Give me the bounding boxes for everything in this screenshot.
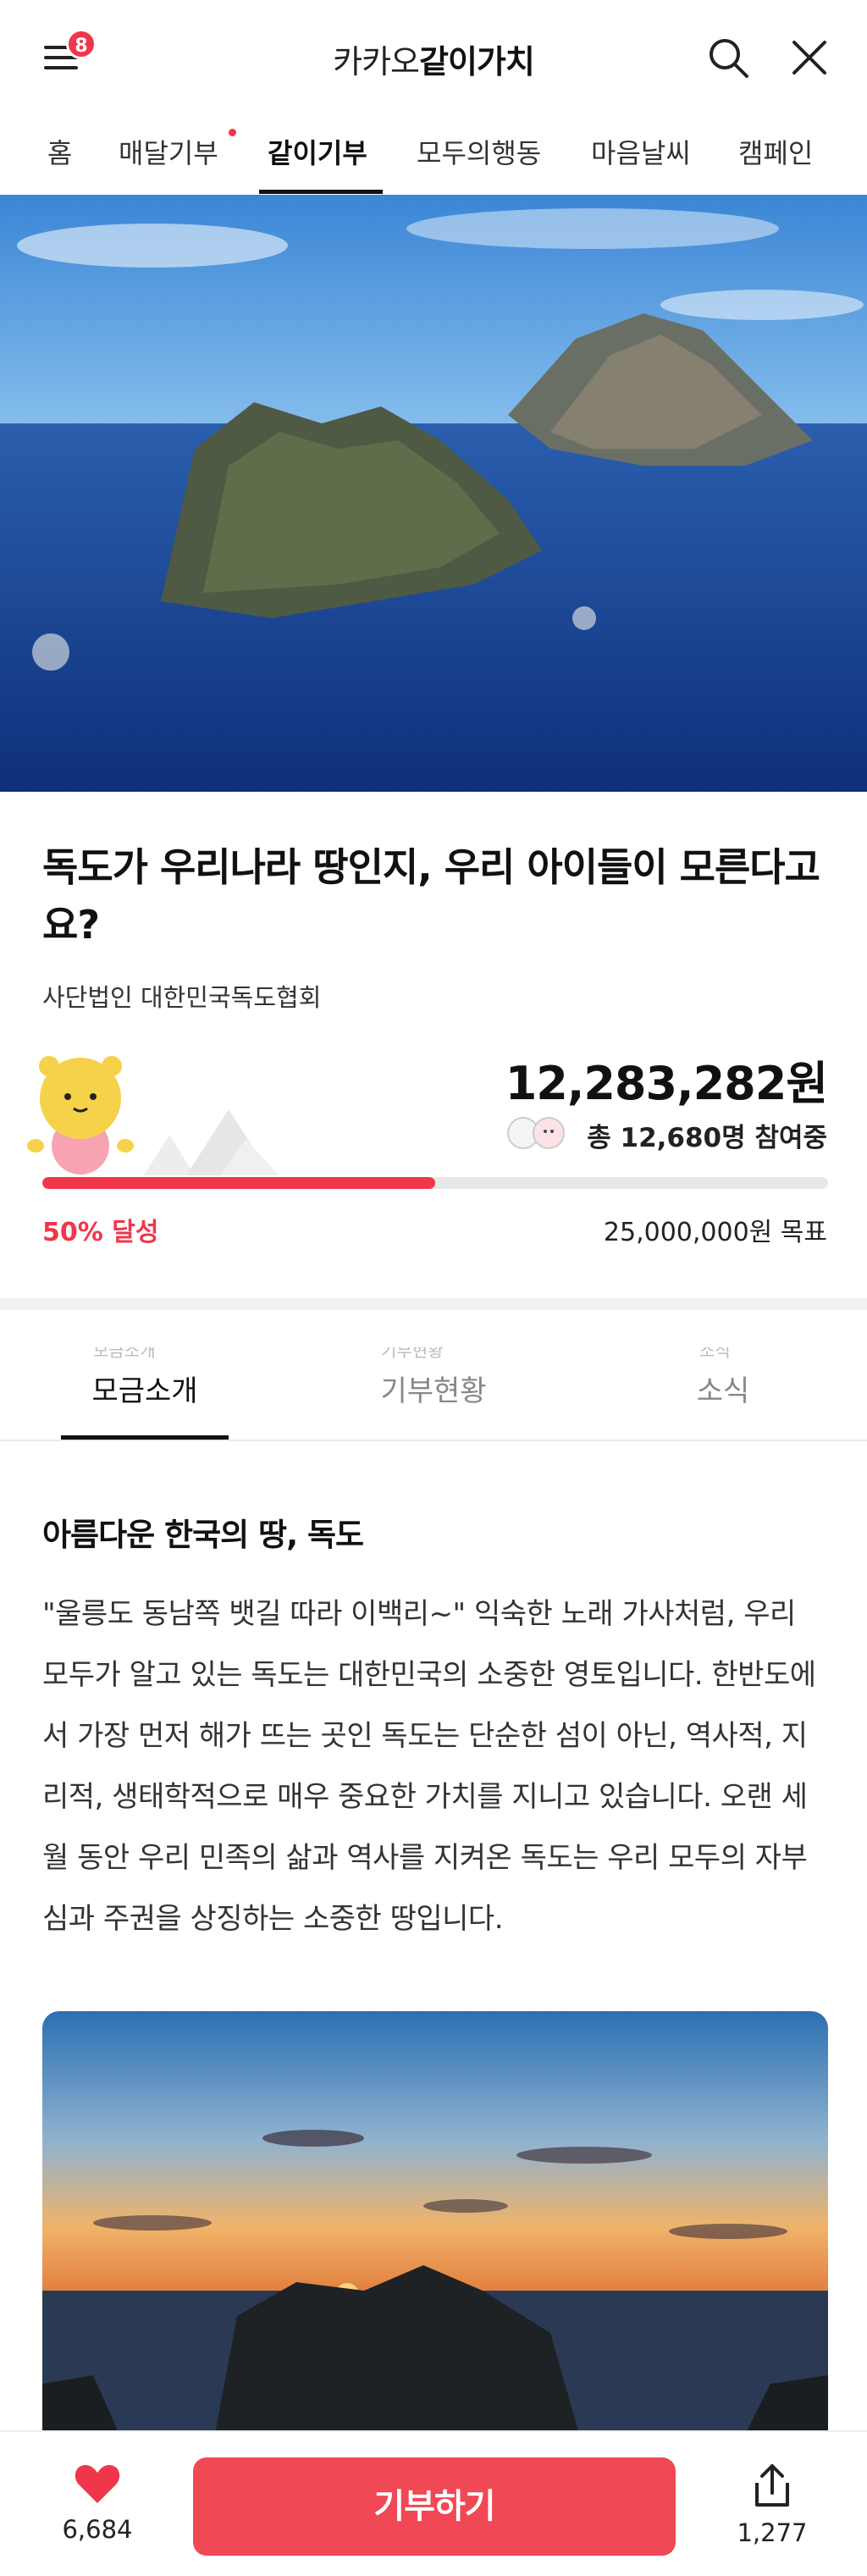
- article-heading: 아름다운 한국의 땅, 독도: [42, 1517, 364, 1553]
- content-tabs: 모금소개 기부현황 소식 모금소개 기부현황 소식: [0, 1310, 867, 1441]
- tab-news[interactable]: 소식: [664, 1368, 782, 1409]
- share-button[interactable]: 1,277: [730, 2463, 815, 2547]
- nav-item-weather[interactable]: 마음날씨: [591, 132, 691, 171]
- search-button[interactable]: [704, 34, 752, 81]
- nav-item-together[interactable]: 같이기부: [268, 132, 367, 171]
- campaign-title: 독도가 우리나라 땅인지, 우리 아이들이 모른다고요?: [42, 844, 820, 948]
- tab-active-indicator: [61, 1435, 229, 1440]
- share-icon: [755, 2464, 789, 2507]
- nav-item-monthly[interactable]: 매달기부: [119, 132, 218, 171]
- article-paragraph: "울릉도 동남쪽 뱃길 따라 이백리~" 익숙한 노래 가사처럼, 우리 모두가…: [42, 1597, 816, 1936]
- tab-introduction[interactable]: 모금소개: [61, 1368, 229, 1409]
- progress-fill: [42, 1177, 435, 1189]
- close-button[interactable]: [786, 34, 833, 81]
- nav-item-campaign[interactable]: 캠페인: [738, 132, 813, 171]
- close-icon: [792, 41, 826, 75]
- goal-amount: 25,000,000원 목표: [603, 1218, 827, 1247]
- ghost-label: 소식: [699, 1347, 731, 1359]
- share-count: 1,277: [737, 2518, 808, 2547]
- brand-name-light: 카카오: [333, 43, 420, 80]
- mountain-decoration: [127, 1101, 305, 1177]
- sunrise-photo: [42, 2011, 828, 2452]
- donate-button[interactable]: 기부하기: [193, 2457, 676, 2556]
- brand-name-bold: 같이가치: [419, 43, 535, 80]
- ghost-label: 기부현황: [381, 1347, 444, 1359]
- tab-donation-status[interactable]: 기부현황: [349, 1368, 518, 1409]
- organization-name[interactable]: 사단법인 대한민국독도협회: [42, 978, 321, 1014]
- participant-count: 총 12,680명 참여중: [587, 1123, 827, 1153]
- new-indicator-dot: [229, 129, 236, 136]
- like-button[interactable]: 6,684: [59, 2463, 135, 2544]
- hero-image: [0, 195, 867, 792]
- nav-item-action[interactable]: 모두의행동: [417, 132, 541, 171]
- main-nav: 홈 매달기부 같이기부 모두의행동 마음날씨 캠페인: [0, 119, 867, 195]
- like-count: 6,684: [62, 2515, 133, 2544]
- mascot-character: [25, 1046, 135, 1181]
- bottom-action-bar: 6,684 기부하기 1,277: [0, 2430, 867, 2576]
- nav-active-indicator: [259, 190, 383, 194]
- participant-avatars: [505, 1114, 572, 1152]
- progress-bar: [42, 1177, 828, 1189]
- nav-item-home[interactable]: 홈: [47, 132, 72, 171]
- achieved-percent: 50% 달성: [42, 1218, 159, 1247]
- raised-amount: 12,283,282원: [505, 1057, 828, 1110]
- app-header: 8 카카오같이가치: [0, 0, 867, 119]
- search-icon: [710, 39, 748, 78]
- ghost-label: 모금소개: [93, 1347, 156, 1359]
- section-divider: [0, 1298, 867, 1310]
- heart-icon: [75, 2465, 120, 2503]
